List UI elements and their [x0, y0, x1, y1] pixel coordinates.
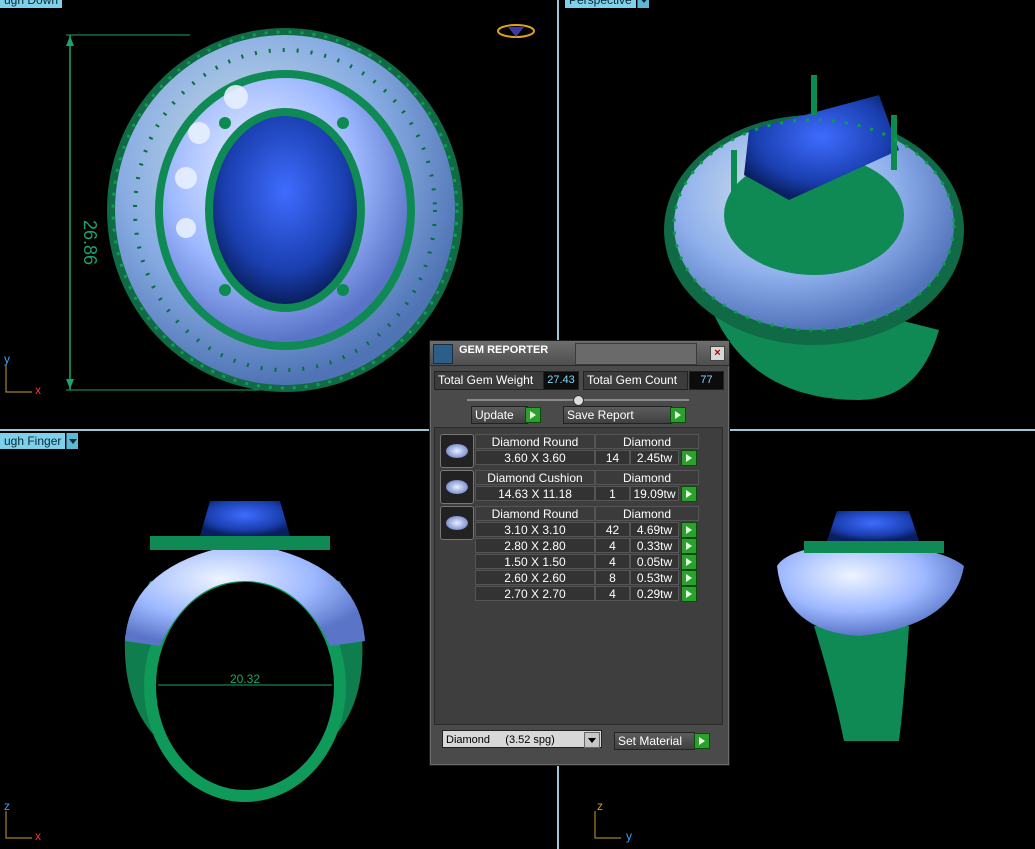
set-material-play-icon[interactable] [694, 733, 710, 749]
gem-material-header: Diamond [595, 434, 699, 449]
width-dimension: 20.32 [230, 672, 261, 686]
gem-count: 1 [595, 486, 630, 501]
titlebar-filler [575, 343, 697, 365]
update-play-icon[interactable] [525, 407, 541, 423]
gem-size: 2.80 X 2.80 [475, 538, 595, 553]
total-gem-weight-value: 27.43 [543, 371, 579, 390]
set-material-button[interactable]: Set Material [614, 732, 695, 750]
gem-count: 4 [595, 586, 630, 601]
height-dimension: 26.86 [80, 220, 100, 265]
close-icon[interactable]: × [710, 346, 725, 361]
material-select-value: Diamond (3.52 spg) [446, 734, 555, 746]
material-select[interactable]: Diamond (3.52 spg) [442, 730, 602, 748]
axis-x-label: x [35, 383, 41, 397]
gem-reporter-title: GEM REPORTER [459, 344, 549, 356]
gem-weight: 0.33tw [630, 538, 679, 553]
chevron-down-icon[interactable] [584, 732, 600, 748]
gem-shape-header: Diamond Cushion [475, 470, 595, 485]
gem-shape-header: Diamond Round [475, 506, 595, 521]
gem-count: 14 [595, 450, 630, 465]
gem-count: 4 [595, 538, 630, 553]
gem-weight: 0.05tw [630, 554, 679, 569]
axis-y-label-side: y [626, 829, 632, 843]
save-report-button[interactable]: Save Report [563, 406, 672, 424]
gem-size: 3.60 X 3.60 [475, 450, 595, 465]
gem-thumbnail-round [440, 506, 474, 540]
gem-row-select-icon[interactable] [681, 586, 697, 602]
gem-shape-header: Diamond Round [475, 434, 595, 449]
gem-row-select-icon[interactable] [681, 522, 697, 538]
axis-y-label: y [4, 352, 10, 366]
gem-reporter-icon [433, 344, 453, 364]
slider-knob[interactable] [573, 395, 584, 406]
gem-count: 42 [595, 522, 630, 537]
gem-row-select-icon[interactable] [681, 538, 697, 554]
panel-resize-slider[interactable] [467, 395, 689, 406]
total-gem-count-value: 77 [689, 371, 724, 390]
gem-material-header: Diamond [595, 470, 699, 485]
gem-count: 4 [595, 554, 630, 569]
save-report-play-icon[interactable] [670, 407, 686, 423]
gem-count: 8 [595, 570, 630, 585]
gem-row-select-icon[interactable] [681, 486, 697, 502]
gem-weight: 0.29tw [630, 586, 679, 601]
gem-row-select-icon[interactable] [681, 450, 697, 466]
gem-material-header: Diamond [595, 506, 699, 521]
total-gem-weight-label: Total Gem Weight [434, 371, 545, 390]
axis-z-label-front: z [4, 799, 10, 813]
axis-z-label-side: z [597, 799, 603, 813]
axis-x-label-front: x [35, 829, 41, 843]
gem-thumbnail-round [440, 434, 474, 468]
gem-size: 2.60 X 2.60 [475, 570, 595, 585]
gem-size: 2.70 X 2.70 [475, 586, 595, 601]
gem-reporter-titlebar[interactable]: GEM REPORTER × [430, 341, 729, 366]
gem-weight: 2.45tw [630, 450, 679, 465]
gem-weight: 19.09tw [630, 486, 679, 501]
gem-thumbnail-cushion [440, 470, 474, 504]
gem-reporter-panel: GEM REPORTER × Total Gem Weight 27.43 To… [429, 340, 730, 766]
gem-weight: 4.69tw [630, 522, 679, 537]
gem-list[interactable]: Diamond Round Diamond 3.60 X 3.60 14 2.4… [434, 427, 723, 725]
gem-row-select-icon[interactable] [681, 554, 697, 570]
gem-size: 1.50 X 1.50 [475, 554, 595, 569]
gem-weight: 0.53tw [630, 570, 679, 585]
gem-size: 14.63 X 11.18 [475, 486, 595, 501]
total-gem-count-label: Total Gem Count [583, 371, 688, 390]
gem-size: 3.10 X 3.10 [475, 522, 595, 537]
update-button[interactable]: Update [471, 406, 528, 424]
gem-row-select-icon[interactable] [681, 570, 697, 586]
